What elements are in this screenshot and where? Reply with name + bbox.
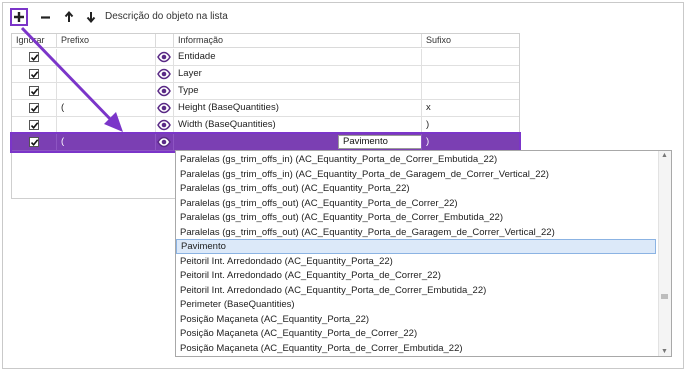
prefix-cell[interactable]: ( bbox=[57, 134, 156, 151]
scroll-down-icon[interactable]: ▼ bbox=[661, 348, 668, 355]
ignore-checkbox[interactable] bbox=[29, 52, 39, 62]
move-down-button[interactable] bbox=[84, 8, 98, 26]
info-combobox[interactable]: Pavimento ⌄ bbox=[338, 135, 421, 149]
eye-icon[interactable] bbox=[157, 85, 171, 97]
column-header-info[interactable]: Informação bbox=[174, 34, 422, 48]
table-row[interactable]: Width (BaseQuantities)) bbox=[12, 117, 519, 134]
add-button[interactable] bbox=[10, 8, 28, 26]
info-dropdown-list[interactable]: Paralelas (gs_trim_offs_in) (AC_Equantit… bbox=[175, 150, 672, 357]
eye-cell bbox=[156, 134, 174, 151]
ignore-checkbox[interactable] bbox=[29, 103, 39, 113]
dropdown-option[interactable]: Paralelas (gs_trim_offs_in) (AC_Equantit… bbox=[176, 152, 656, 167]
ignore-checkbox[interactable] bbox=[29, 86, 39, 96]
column-header-prefix[interactable]: Prefixo bbox=[57, 34, 156, 48]
ignore-cell bbox=[12, 83, 57, 100]
combobox-value: Pavimento bbox=[343, 136, 388, 147]
column-header-eye bbox=[156, 34, 174, 48]
scroll-up-icon[interactable]: ▲ bbox=[661, 152, 668, 159]
arrow-up-icon bbox=[64, 11, 74, 22]
dropdown-option[interactable]: Paralelas (gs_trim_offs_out) (AC_Equanti… bbox=[176, 181, 656, 196]
suffix-cell[interactable] bbox=[422, 66, 519, 83]
table-row[interactable]: ( Pavimento ⌄ ) bbox=[10, 132, 521, 153]
scrollbar-thumb[interactable] bbox=[661, 294, 668, 299]
prefix-cell[interactable]: ( bbox=[57, 100, 156, 117]
remove-button[interactable] bbox=[38, 8, 52, 26]
ignore-cell bbox=[12, 49, 57, 66]
prefix-cell[interactable] bbox=[57, 49, 156, 66]
ignore-cell bbox=[12, 100, 57, 117]
suffix-cell[interactable] bbox=[422, 83, 519, 100]
info-cell[interactable]: Type bbox=[174, 83, 422, 100]
ignore-checkbox[interactable] bbox=[29, 69, 39, 79]
dropdown-option[interactable]: Paralelas (gs_trim_offs_out) (AC_Equanti… bbox=[176, 210, 656, 225]
dropdown-option[interactable]: Paralelas (gs_trim_offs_out) (AC_Equanti… bbox=[176, 225, 656, 240]
dropdown-option[interactable]: Posição Maçaneta (AC_Equantity_Porta_22) bbox=[176, 312, 656, 327]
dropdown-option[interactable]: Perimeter (BaseQuantities) bbox=[176, 297, 656, 312]
suffix-cell[interactable]: ) bbox=[422, 134, 519, 151]
column-header-suffix[interactable]: Sufixo bbox=[422, 34, 519, 48]
dropdown-scrollbar[interactable]: ▲ ▼ bbox=[658, 151, 671, 356]
move-up-button[interactable] bbox=[62, 8, 76, 26]
info-cell[interactable]: Layer bbox=[174, 66, 422, 83]
ignore-cell bbox=[12, 66, 57, 83]
table-row[interactable]: Type bbox=[12, 83, 519, 100]
description-label: Descrição do objeto na lista bbox=[105, 11, 228, 22]
eye-cell bbox=[156, 49, 174, 66]
add-icon bbox=[14, 12, 24, 22]
dropdown-option[interactable]: Peitoril Int. Arredondado (AC_Equantity_… bbox=[176, 254, 656, 269]
ignore-cell bbox=[12, 117, 57, 134]
eye-icon[interactable] bbox=[157, 68, 171, 80]
column-header-ignore[interactable]: Ignorar bbox=[12, 34, 57, 48]
table-row[interactable]: ( Height (BaseQuantities) x bbox=[12, 100, 519, 117]
eye-icon[interactable] bbox=[157, 136, 171, 148]
info-cell[interactable]: Width (BaseQuantities) bbox=[174, 117, 422, 134]
dropdown-option[interactable]: Peitoril Int. Arredondado (AC_Equantity_… bbox=[176, 283, 656, 298]
eye-icon[interactable] bbox=[157, 102, 171, 114]
suffix-cell[interactable]: x bbox=[422, 100, 519, 117]
prefix-cell[interactable] bbox=[57, 83, 156, 100]
info-cell: Pavimento ⌄ bbox=[174, 134, 422, 151]
dropdown-option[interactable]: Pavimento bbox=[176, 239, 656, 254]
ignore-checkbox[interactable] bbox=[29, 120, 39, 130]
ignore-checkbox[interactable] bbox=[29, 137, 39, 147]
dropdown-option[interactable]: Posição Maçaneta (AC_Equantity_Porta_de_… bbox=[176, 326, 656, 341]
remove-icon bbox=[40, 15, 50, 19]
suffix-cell[interactable]: ) bbox=[422, 117, 519, 134]
eye-cell bbox=[156, 100, 174, 117]
dropdown-option[interactable]: Peitoril Int. Arredondado (AC_Equantity_… bbox=[176, 268, 656, 283]
ignore-cell bbox=[12, 134, 57, 151]
eye-icon[interactable] bbox=[157, 51, 171, 63]
table-row[interactable]: Layer bbox=[12, 66, 519, 83]
eye-cell bbox=[156, 83, 174, 100]
eye-cell bbox=[156, 117, 174, 134]
info-cell[interactable]: Entidade bbox=[174, 49, 422, 66]
prefix-cell[interactable] bbox=[57, 66, 156, 83]
dropdown-option[interactable]: Posição Maçaneta (AC_Equantity_Porta_de_… bbox=[176, 341, 656, 356]
suffix-cell[interactable] bbox=[422, 49, 519, 66]
dropdown-option[interactable]: Paralelas (gs_trim_offs_out) (AC_Equanti… bbox=[176, 196, 656, 211]
dropdown-option[interactable]: Paralelas (gs_trim_offs_in) (AC_Equantit… bbox=[176, 167, 656, 182]
eye-cell bbox=[156, 66, 174, 83]
prefix-cell[interactable] bbox=[57, 117, 156, 134]
eye-icon[interactable] bbox=[157, 119, 171, 131]
arrow-down-icon bbox=[86, 12, 96, 23]
table-row[interactable]: Entidade bbox=[12, 49, 519, 66]
info-cell[interactable]: Height (BaseQuantities) bbox=[174, 100, 422, 117]
